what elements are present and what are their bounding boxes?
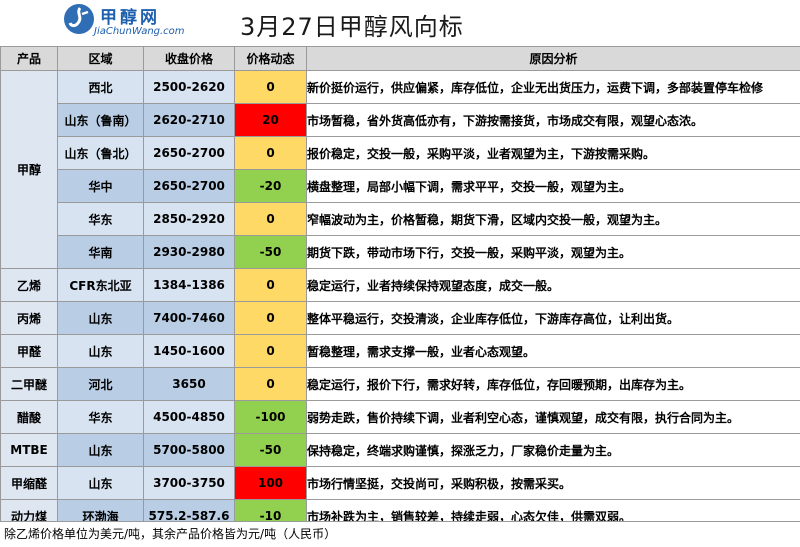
region-cell: CFR东北亚 [57, 268, 144, 302]
reason-cell: 期货下跌，带动市场下行，交投一般，采购平淡，观望为主。 [306, 235, 800, 269]
column-header-region: 区域 [57, 46, 144, 71]
price-cell: 2650-2700 [143, 169, 235, 203]
change-cell: -50 [234, 433, 307, 467]
price-cell: 2850-2920 [143, 202, 235, 236]
price-cell: 4500-4850 [143, 400, 235, 434]
reason-cell: 市场暂稳，省外货高低亦有，下游按需接货，市场成交有限，观望心态浓。 [306, 103, 800, 137]
product-cell: 二甲醚 [0, 367, 58, 401]
table-row: 乙烯 CFR东北亚 1384-1386 0 稳定运行，业者持续保持观望态度，成交… [0, 268, 800, 302]
table-row: 醋酸 华东 4500-4850 -100 弱势走跌，售价持续下调，业者利空心态，… [0, 400, 800, 434]
region-cell: 山东（鲁北） [57, 136, 144, 170]
product-cell: 甲缩醛 [0, 466, 58, 500]
change-cell: 0 [234, 268, 307, 302]
change-cell: 0 [234, 136, 307, 170]
table-header-row: 产品 区域 收盘价格 价格动态 原因分析 [0, 46, 800, 71]
change-cell: 0 [234, 202, 307, 236]
change-cell: 0 [234, 70, 307, 104]
product-cell: 甲醛 [0, 334, 58, 368]
reason-cell: 市场行情坚挺，交投尚可，采购积极，按需采买。 [306, 466, 800, 500]
logo-url: JiaChunWang.com [94, 26, 185, 37]
logo-mark-icon [64, 4, 94, 34]
region-cell: 山东（鲁南） [57, 103, 144, 137]
reason-cell: 稳定运行，报价下行，需求好转，库存低位，存回暖预期，出库存为主。 [306, 367, 800, 401]
price-cell: 5700-5800 [143, 433, 235, 467]
product-cell: 丙烯 [0, 301, 58, 335]
region-cell: 山东 [57, 334, 144, 368]
table-row: 华中 2650-2700 -20 横盘整理，局部小幅下调，需求平平，交投一般，观… [1, 169, 800, 203]
table-row: 甲缩醛 山东 3700-3750 100 市场行情坚挺，交投尚可，采购积极，按需… [0, 466, 800, 500]
price-cell: 2620-2710 [143, 103, 235, 137]
header: 甲醇网 JiaChunWang.com 3月27日甲醇风向标 [0, 0, 800, 47]
column-header-reason: 原因分析 [306, 46, 800, 71]
region-cell: 西北 [57, 70, 144, 104]
region-cell: 山东 [57, 466, 144, 500]
price-cell: 1450-1600 [143, 334, 235, 368]
column-header-price: 收盘价格 [143, 46, 235, 71]
change-cell: 100 [234, 466, 307, 500]
table-row: 丙烯 山东 7400-7460 0 整体平稳运行，交投清淡，企业库存低位，下游库… [0, 301, 800, 335]
change-cell: 0 [234, 301, 307, 335]
reason-cell: 横盘整理，局部小幅下调，需求平平，交投一般，观望为主。 [306, 169, 800, 203]
table-row: 甲醛 山东 1450-1600 0 暂稳整理，需求支撑一般，业者心态观望。 [0, 334, 800, 368]
region-cell: 山东 [57, 301, 144, 335]
reason-cell: 保持稳定，终端求购谨慎，探涨乏力，厂家稳价走量为主。 [306, 433, 800, 467]
change-cell: 0 [234, 334, 307, 368]
change-cell: 20 [234, 103, 307, 137]
change-cell: -50 [234, 235, 307, 269]
page-title: 3月27日甲醇风向标 [240, 13, 464, 41]
table-row: MTBE 山东 5700-5800 -50 保持稳定，终端求购谨慎，探涨乏力，厂… [0, 433, 800, 467]
table-row: 甲醇 西北 2500-2620 0 新价挺价运行，供应偏紧，库存低位，企业无出货… [0, 70, 800, 269]
reason-cell: 弱势走跌，售价持续下调，业者利空心态，谨慎观望，成交有限，执行合同为主。 [306, 400, 800, 434]
reason-cell: 暂稳整理，需求支撑一般，业者心态观望。 [306, 334, 800, 368]
region-cell: 华南 [57, 235, 144, 269]
price-table: 产品 区域 收盘价格 价格动态 原因分析 甲醇 西北 2500-2620 0 新… [0, 46, 800, 533]
table-row: 山东（鲁北） 2650-2700 0 报价稳定，交投一般，采购平淡，业者观望为主… [1, 136, 800, 170]
table-row: 华东 2850-2920 0 窄幅波动为主，价格暂稳，期货下滑，区域内交投一般，… [1, 202, 800, 236]
product-cell: 醋酸 [0, 400, 58, 434]
price-cell: 7400-7460 [143, 301, 235, 335]
reason-cell: 报价稳定，交投一般，采购平淡，业者观望为主，下游按需采购。 [306, 136, 800, 170]
logo-name: 甲醇网 [100, 8, 160, 28]
product-cell: MTBE [0, 433, 58, 467]
reason-cell: 稳定运行，业者持续保持观望态度，成交一般。 [306, 268, 800, 302]
table-row: 华南 2930-2980 -50 期货下跌，带动市场下行，交投一般，采购平淡，观… [1, 235, 800, 269]
product-cell: 甲醇 [0, 70, 58, 269]
column-header-product: 产品 [0, 46, 58, 71]
reason-cell: 新价挺价运行，供应偏紧，库存低位，企业无出货压力，运费下调，多部装置停车检修 [306, 70, 800, 104]
price-cell: 2500-2620 [143, 70, 235, 104]
footer-note: 除乙烯价格单位为美元/吨，其余产品价格皆为元/吨（人民币） [0, 521, 800, 547]
reason-cell: 窄幅波动为主，价格暂稳，期货下滑，区域内交投一般，观望为主。 [306, 202, 800, 236]
price-cell: 2650-2700 [143, 136, 235, 170]
reason-cell: 整体平稳运行，交投清淡，企业库存低位，下游库存高位，让利出货。 [306, 301, 800, 335]
region-cell: 河北 [57, 367, 144, 401]
product-cell: 乙烯 [0, 268, 58, 302]
table-row: 山东（鲁南） 2620-2710 20 市场暂稳，省外货高低亦有，下游按需接货，… [1, 103, 800, 137]
page: 甲醇网 JiaChunWang.com 3月27日甲醇风向标 产品 区域 收盘价… [0, 0, 800, 547]
region-cell: 华中 [57, 169, 144, 203]
region-cell: 华东 [57, 202, 144, 236]
column-header-change: 价格动态 [234, 46, 307, 71]
table-row: 二甲醚 河北 3650 0 稳定运行，报价下行，需求好转，库存低位，存回暖预期，… [0, 367, 800, 401]
price-cell: 2930-2980 [143, 235, 235, 269]
change-cell: -100 [234, 400, 307, 434]
region-cell: 山东 [57, 433, 144, 467]
price-cell: 3700-3750 [143, 466, 235, 500]
region-cell: 华东 [57, 400, 144, 434]
logo: 甲醇网 JiaChunWang.com [64, 3, 185, 43]
price-cell: 1384-1386 [143, 268, 235, 302]
change-cell: -20 [234, 169, 307, 203]
price-cell: 3650 [143, 367, 235, 401]
change-cell: 0 [234, 367, 307, 401]
